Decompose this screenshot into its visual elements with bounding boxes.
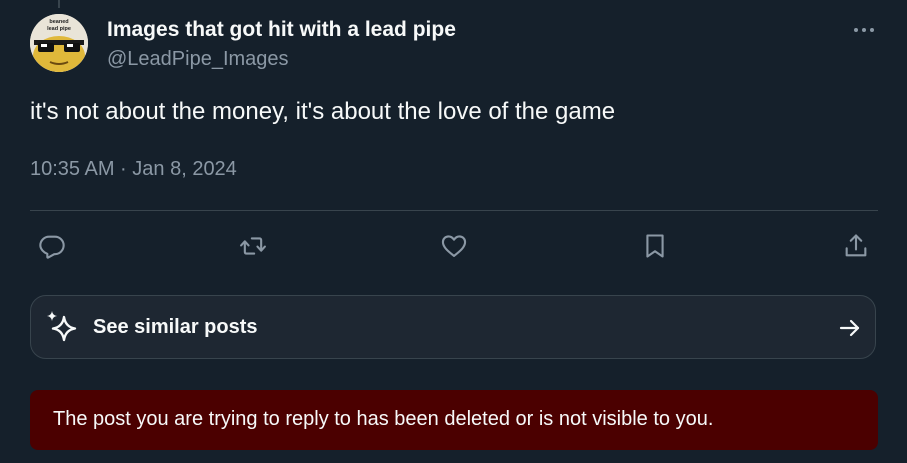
- repost-button[interactable]: [235, 228, 271, 264]
- avatar-caption-line-2: lead pipe: [47, 26, 71, 32]
- divider: [30, 210, 878, 211]
- reply-button[interactable]: [34, 228, 70, 264]
- post-text: it's not about the money, it's about the…: [30, 98, 616, 125]
- share-icon: [845, 234, 867, 257]
- avatar-caption-line-1: beaned: [49, 19, 68, 25]
- notice-text: The post you are trying to reply to has …: [53, 408, 714, 430]
- reply-icon: [39, 235, 65, 259]
- bookmark-button[interactable]: [637, 228, 673, 264]
- more-options-button[interactable]: [846, 16, 882, 44]
- thread-connector-line: [58, 0, 60, 8]
- avatar[interactable]: beaned lead pipe: [30, 14, 88, 72]
- heart-icon: [441, 235, 467, 257]
- bookmark-icon: [646, 234, 664, 258]
- more-dots-icon: [854, 28, 874, 32]
- post-timestamp[interactable]: 10:35 AM · Jan 8, 2024: [30, 158, 237, 181]
- arrow-right-icon: [839, 319, 860, 337]
- post-detail-page: beaned lead pipe Images that got hit wit…: [0, 0, 907, 463]
- repost-icon: [240, 237, 266, 255]
- reply-unavailable-notice: The post you are trying to reply to has …: [30, 390, 878, 450]
- see-similar-posts-button[interactable]: See similar posts: [30, 295, 876, 359]
- author-name[interactable]: Images that got hit with a lead pipe: [107, 18, 456, 42]
- avatar-image: beaned lead pipe: [30, 14, 88, 72]
- sparkle-icon: [47, 311, 77, 342]
- like-button[interactable]: [436, 228, 472, 264]
- author-handle[interactable]: @LeadPipe_Images: [107, 48, 289, 71]
- see-similar-posts-label: See similar posts: [93, 316, 258, 338]
- share-button[interactable]: [838, 228, 874, 264]
